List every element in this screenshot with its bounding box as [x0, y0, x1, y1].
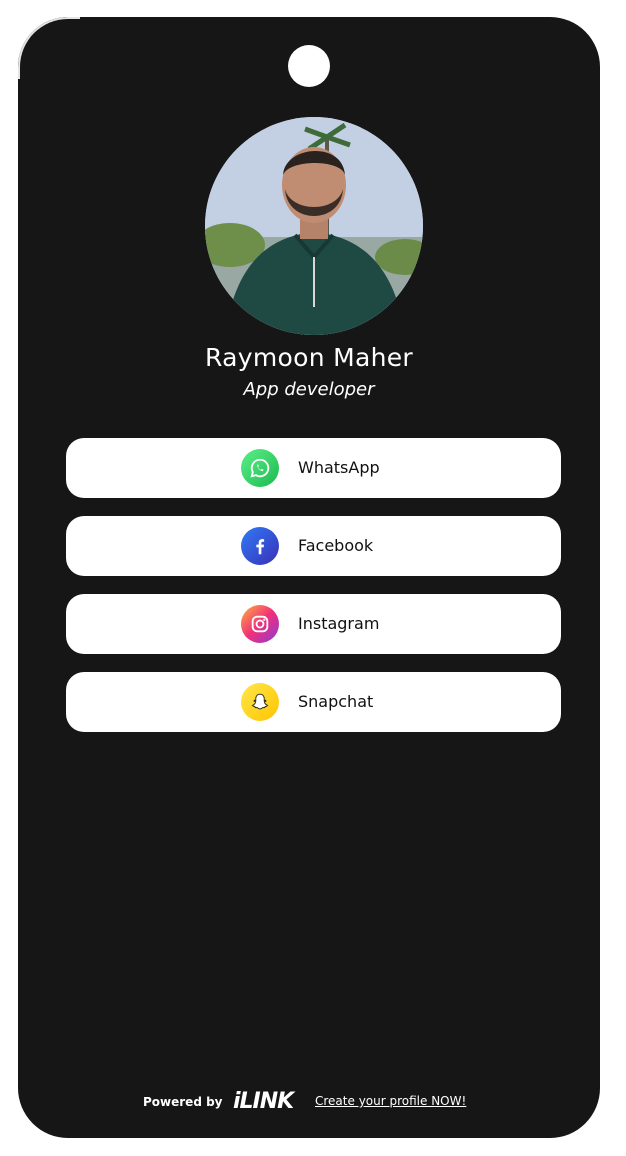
instagram-button[interactable]: Instagram — [66, 594, 561, 654]
links-list: WhatsApp Facebook Instagram Snapchat — [66, 438, 561, 750]
footer: Powered by iLINK Create your profile NOW… — [18, 1087, 600, 1117]
facebook-icon — [241, 527, 279, 565]
punch-hole — [288, 45, 330, 87]
avatar — [205, 117, 423, 335]
whatsapp-button[interactable]: WhatsApp — [66, 438, 561, 498]
profile-name: Raymoon Maher — [205, 343, 413, 372]
ilink-logo[interactable]: iLINK — [233, 1089, 294, 1114]
facebook-button[interactable]: Facebook — [66, 516, 561, 576]
whatsapp-label: WhatsApp — [298, 458, 380, 477]
create-profile-link[interactable]: Create your profile NOW! — [315, 1094, 466, 1108]
powered-by-label: Powered by — [143, 1095, 223, 1109]
snapchat-label: Snapchat — [298, 692, 374, 711]
instagram-icon — [241, 605, 279, 643]
whatsapp-icon — [241, 449, 279, 487]
profile-card: Raymoon Maher App developer WhatsApp Fac… — [18, 17, 600, 1138]
snapchat-button[interactable]: Snapchat — [66, 672, 561, 732]
snapchat-icon — [241, 683, 279, 721]
facebook-label: Facebook — [298, 536, 374, 555]
instagram-label: Instagram — [298, 614, 380, 633]
profile-role: App developer — [243, 379, 375, 400]
card-corner-edge — [18, 17, 80, 79]
